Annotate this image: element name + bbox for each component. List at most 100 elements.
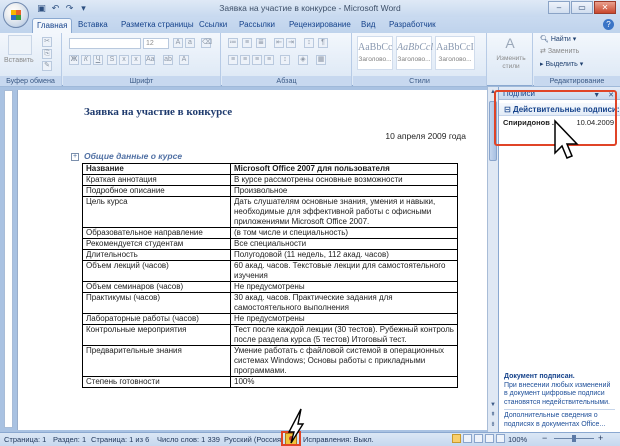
strike-icon[interactable]: S xyxy=(107,55,117,65)
align-left-icon[interactable]: ≡ xyxy=(228,55,238,65)
replace-button[interactable]: ⇄ Заменить xyxy=(540,47,579,55)
clear-format-icon[interactable]: ⌫ xyxy=(201,38,212,48)
outline-icon[interactable] xyxy=(485,434,494,443)
shrink-font-icon[interactable]: a xyxy=(185,38,195,48)
superscript-icon[interactable]: x xyxy=(131,55,141,65)
field-name-cell[interactable]: Рекомендуется студентам xyxy=(82,238,231,250)
paste-button[interactable]: Вставить xyxy=(4,57,34,64)
maximize-button[interactable]: ▭ xyxy=(571,1,593,14)
change-styles-button[interactable]: Изменить стили xyxy=(490,55,532,71)
field-name-cell[interactable]: Лабораторные работы (часов) xyxy=(82,313,231,325)
numbering-icon[interactable]: ≡ xyxy=(242,38,252,48)
field-value-cell[interactable]: Тест после каждой лекции (30 тестов). Ру… xyxy=(230,324,458,346)
style-heading1[interactable]: AaBbCc Заголово... xyxy=(357,36,393,70)
highlight-icon[interactable]: ab xyxy=(163,55,173,65)
field-value-cell[interactable]: Microsoft Office 2007 для пользователя xyxy=(230,163,458,175)
zoom-knob[interactable] xyxy=(572,435,576,442)
minimize-button[interactable]: – xyxy=(548,1,570,14)
field-name-cell[interactable]: Образовательное направление xyxy=(82,227,231,239)
font-color-icon[interactable]: A xyxy=(179,55,189,65)
justify-icon[interactable]: ≡ xyxy=(264,55,274,65)
align-right-icon[interactable]: ≡ xyxy=(252,55,262,65)
zoom-in-icon[interactable]: + xyxy=(598,433,603,443)
field-name-cell[interactable]: Объем семинаров (часов) xyxy=(82,281,231,293)
tab-references[interactable]: Ссылки xyxy=(195,18,231,33)
field-value-cell[interactable]: Произвольное xyxy=(230,185,458,197)
field-name-cell[interactable]: Длительность xyxy=(82,249,231,261)
change-styles-icon[interactable]: A xyxy=(501,35,519,51)
tab-insert[interactable]: Вставка xyxy=(74,18,112,33)
field-value-cell[interactable]: 30 акад. часов. Практические задания для… xyxy=(230,292,458,314)
table-move-handle-icon[interactable]: + xyxy=(71,153,79,161)
field-value-cell[interactable]: 100% xyxy=(230,376,458,388)
field-name-cell[interactable]: Цель курса xyxy=(82,196,231,228)
status-track-changes[interactable]: Исправления: Выкл. xyxy=(303,435,374,444)
style-heading3[interactable]: AaBbCcI Заголово... xyxy=(435,36,475,70)
web-layout-icon[interactable] xyxy=(474,434,483,443)
field-value-cell[interactable]: В курсе рассмотрены основные возможности xyxy=(230,174,458,186)
field-name-cell[interactable]: Степень готовности xyxy=(82,376,231,388)
field-name-cell[interactable]: Контрольные мероприятия xyxy=(82,324,231,346)
field-value-cell[interactable]: Все специальности xyxy=(230,238,458,250)
document-page[interactable]: Заявка на участие в конкурсе 10 апреля 2… xyxy=(17,90,487,430)
cut-icon[interactable]: ✂ xyxy=(42,37,52,47)
more-info-link[interactable]: Дополнительные сведения о подписях в док… xyxy=(504,412,615,429)
prev-page-icon[interactable]: ⇞ xyxy=(489,411,497,420)
zoom-out-icon[interactable]: − xyxy=(542,433,547,443)
field-name-cell[interactable]: Предварительные знания xyxy=(82,345,231,377)
field-name-cell[interactable]: Краткая аннотация xyxy=(82,174,231,186)
field-value-cell[interactable]: 60 акад. часов. Текстовые лекции для сам… xyxy=(230,260,458,282)
draft-icon[interactable] xyxy=(496,434,505,443)
subscript-icon[interactable]: x xyxy=(119,55,129,65)
status-zoom[interactable]: 100% xyxy=(508,435,527,444)
help-icon[interactable]: ? xyxy=(603,19,614,30)
field-name-cell[interactable]: Подробное описание xyxy=(82,185,231,197)
line-spacing-icon[interactable]: ↕ xyxy=(280,55,290,65)
field-value-cell[interactable]: Полугодовой (11 недель, 112 акад. часов) xyxy=(230,249,458,261)
field-value-cell[interactable]: Дать слушателям основные знания, умения … xyxy=(230,196,458,228)
multilevel-icon[interactable]: ≣ xyxy=(256,38,266,48)
field-value-cell[interactable]: Не предусмотрены xyxy=(230,313,458,325)
format-painter-icon[interactable]: ✎ xyxy=(42,61,52,71)
bold-icon[interactable]: Ж xyxy=(69,55,79,65)
font-name-combo[interactable] xyxy=(69,38,141,49)
decrease-indent-icon[interactable]: ⇤ xyxy=(274,38,284,48)
redo-icon[interactable]: ↷ xyxy=(64,3,75,14)
tab-mailings[interactable]: Рассылки xyxy=(235,18,279,33)
full-screen-icon[interactable] xyxy=(463,434,472,443)
case-icon[interactable]: Aa xyxy=(145,55,155,65)
increase-indent-icon[interactable]: ⇥ xyxy=(286,38,296,48)
tab-review[interactable]: Рецензирование xyxy=(285,18,355,33)
select-button[interactable]: ▸ Выделить ▾ xyxy=(540,60,583,68)
field-value-cell[interactable]: Умение работать с файловой системой в оп… xyxy=(230,345,458,377)
underline-icon[interactable]: Ч xyxy=(93,55,103,65)
borders-icon[interactable]: ▦ xyxy=(316,55,326,65)
italic-icon[interactable]: К xyxy=(81,55,91,65)
field-name-cell[interactable]: Название xyxy=(82,163,231,175)
print-layout-icon[interactable] xyxy=(452,434,461,443)
field-value-cell[interactable]: Не предусмотрены xyxy=(230,281,458,293)
sort-icon[interactable]: ↕ xyxy=(304,38,314,48)
field-value-cell[interactable]: (в том числе и специальность) xyxy=(230,227,458,239)
qat-dropdown-icon[interactable]: ▾ xyxy=(78,3,89,14)
status-page[interactable]: Страница: 1 xyxy=(4,435,46,444)
office-button[interactable] xyxy=(3,2,29,28)
field-name-cell[interactable]: Практикумы (часов) xyxy=(82,292,231,314)
tab-developer[interactable]: Разработчик xyxy=(385,18,440,33)
find-button[interactable]: 🔍︎ Найти ▾ xyxy=(540,35,576,43)
bullets-icon[interactable]: ≔ xyxy=(228,38,238,48)
status-pages[interactable]: Страница: 1 из 6 xyxy=(91,435,149,444)
scroll-down-icon[interactable]: ▼ xyxy=(489,401,497,410)
pilcrow-icon[interactable]: ¶ xyxy=(318,38,328,48)
zoom-slider[interactable]: − + xyxy=(540,433,610,444)
status-words[interactable]: Число слов: 1 339 xyxy=(157,435,220,444)
grow-font-icon[interactable]: A xyxy=(173,38,183,48)
tab-page-layout[interactable]: Разметка страницы xyxy=(117,18,198,33)
next-page-icon[interactable]: ⇟ xyxy=(489,421,497,430)
align-center-icon[interactable]: ≡ xyxy=(240,55,250,65)
style-heading2[interactable]: AaBbCcl Заголово... xyxy=(396,36,433,70)
status-section[interactable]: Раздел: 1 xyxy=(53,435,86,444)
tab-home[interactable]: Главная xyxy=(32,18,73,33)
font-size-combo[interactable]: 12 xyxy=(143,38,169,49)
save-icon[interactable]: ▣ xyxy=(36,3,47,14)
